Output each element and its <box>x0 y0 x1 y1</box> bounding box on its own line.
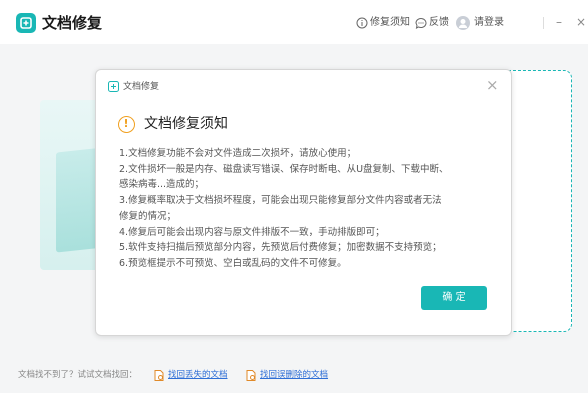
app-logo-icon <box>16 13 36 33</box>
notice-dialog: 文档修复 × ! 文档修复须知 1.文档修复功能不会对文件造成二次损坏，请放心使… <box>95 69 512 336</box>
document-icon <box>154 369 164 381</box>
info-icon <box>356 17 368 29</box>
notice-body: 1.文档修复功能不会对文件造成二次损坏，请放心使用； 2.文件损坏一般是内存、磁… <box>119 146 494 272</box>
notice-line: 2.文件损坏一般是内存、磁盘读写错误、保存时断电、从U盘复制、下载中断、 <box>119 163 449 175</box>
recover-lost-link[interactable]: 找回丢失的文档 <box>154 367 228 383</box>
recover-deleted-link[interactable]: 找回误删除的文档 <box>246 367 328 383</box>
dialog-close-button[interactable]: × <box>486 76 499 94</box>
feedback-link-label: 反馈 <box>429 17 449 28</box>
notice-line: 4.修复后可能会出现内容与原文件排版不一致，手动排版即可； <box>119 226 385 238</box>
login-link[interactable]: 请登录 <box>456 15 504 31</box>
notice-line: 6.预览框提示不可预览、空白或乱码的文件不可修复。 <box>119 257 347 269</box>
notice-link[interactable]: 修复须知 <box>356 15 410 31</box>
chat-icon <box>415 18 427 29</box>
notice-warning-glyph: ! <box>123 117 129 130</box>
notice-line: 感染病毒...造成的； <box>119 179 205 191</box>
feedback-link[interactable]: 反馈 <box>415 15 449 31</box>
recover-deleted-link-label: 找回误删除的文档 <box>260 370 329 380</box>
notice-link-label: 修复须知 <box>370 17 410 28</box>
notice-line: 修复的情况； <box>119 210 177 222</box>
minimize-button[interactable]: – <box>556 13 562 31</box>
dialog-logo-icon <box>108 81 119 92</box>
title-bar: 文档修复 修复须知 反馈 请登录 – × <box>0 0 588 44</box>
dialog-title: 文档修复 <box>123 82 160 92</box>
login-link-label: 请登录 <box>474 17 504 28</box>
app-title: 文档修复 <box>42 14 103 32</box>
confirm-button[interactable]: 确 定 <box>421 286 487 310</box>
notice-warning-icon: ! <box>118 116 135 133</box>
notice-line: 5.软件支持扫描后预览部分内容，先预览后付费修复；加密数据不支持预览； <box>119 242 442 254</box>
document-icon <box>246 369 256 381</box>
recover-lost-link-label: 找回丢失的文档 <box>168 370 228 380</box>
notice-line: 1.文档修复功能不会对文件造成二次损坏，请放心使用； <box>119 148 357 159</box>
close-window-button[interactable]: × <box>576 13 586 31</box>
notice-line: 3.修复概率取决于文档损坏程度，可能会出现只能修复部分文件内容或者无法 <box>119 195 442 207</box>
notice-title: 文档修复须知 <box>144 116 228 132</box>
user-avatar-icon <box>456 16 470 30</box>
title-bar-divider <box>543 17 544 29</box>
footer-hint: 文档找不到了？试试文档找回： <box>18 370 138 380</box>
